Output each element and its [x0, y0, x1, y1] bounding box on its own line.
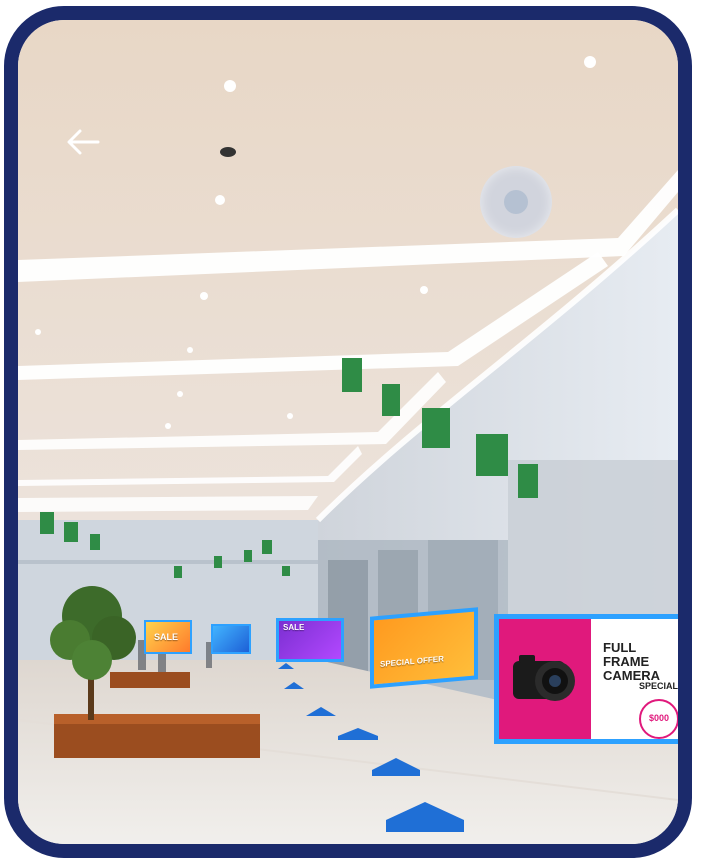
ad-1-label: SALE: [154, 632, 179, 642]
camera-icon: [513, 655, 575, 701]
nav-arrow-3[interactable]: [304, 704, 338, 718]
virtual-joystick[interactable]: [480, 166, 552, 238]
ad-board-4[interactable]: SPECIAL OFFER: [370, 607, 478, 689]
nav-arrow-1[interactable]: [276, 662, 296, 670]
nav-arrow-6[interactable]: [384, 798, 466, 834]
back-button[interactable]: [62, 124, 106, 160]
price-badge: $000: [639, 699, 678, 739]
ad-board-camera[interactable]: FULL FRAME CAMERA SPECIAL $000: [494, 614, 679, 744]
ad-board-2[interactable]: [211, 624, 251, 654]
ad-3-label: SALE: [283, 623, 305, 632]
ad-board-3[interactable]: SALE: [276, 618, 344, 662]
arrow-left-icon: [67, 129, 100, 155]
ad-board-1[interactable]: SALE: [144, 620, 192, 654]
joystick-knob[interactable]: [504, 190, 528, 214]
nav-arrow-2[interactable]: [282, 680, 306, 690]
price-text: $000: [648, 713, 670, 723]
camera-ad-special: SPECIAL: [639, 681, 679, 691]
nav-arrow-4[interactable]: [336, 724, 380, 742]
nav-arrow-5[interactable]: [370, 754, 422, 778]
tour-viewport: SALE SALE SPECIAL OFFER FULL FRAME CAMER…: [4, 6, 692, 858]
camera-ad-title: FULL FRAME CAMERA: [603, 640, 661, 683]
ad-4-label: SPECIAL OFFER: [380, 654, 444, 669]
